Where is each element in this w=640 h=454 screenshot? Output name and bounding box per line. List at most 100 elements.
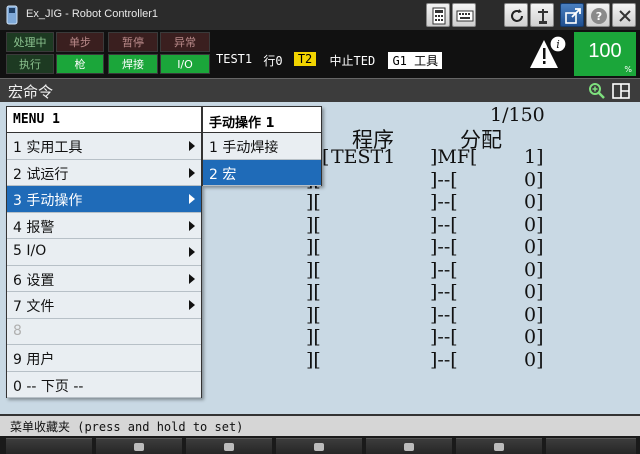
close-icon bbox=[619, 10, 631, 22]
row-prefix: ][ bbox=[306, 326, 321, 348]
main-menu: MENU 1 1 实用工具 2 试运行 3 手动操作 4 报警 5 I/O 6 设置 7 文… bbox=[6, 106, 202, 398]
function-key-6[interactable] bbox=[456, 438, 542, 454]
status-io: I/O bbox=[160, 54, 210, 74]
row-prefix: ][ bbox=[306, 191, 321, 213]
row-assign: ]--[ bbox=[430, 168, 458, 191]
speed-override[interactable]: 100 % bbox=[574, 32, 636, 76]
svg-text:?: ? bbox=[596, 10, 602, 23]
keyboard-icon bbox=[456, 10, 474, 22]
row-assign-number: 0] bbox=[524, 168, 544, 191]
task-tag: T2 bbox=[293, 52, 317, 66]
split-window-icon[interactable] bbox=[612, 82, 630, 100]
function-key-7[interactable] bbox=[546, 438, 636, 454]
menu-item-label: 3 手动操作 bbox=[13, 193, 83, 209]
function-key-icon bbox=[404, 443, 414, 451]
submenu-item-label: 2 宏 bbox=[209, 166, 237, 183]
run-state: 中止TED bbox=[329, 54, 376, 68]
page-info: 1/150 bbox=[490, 104, 545, 126]
function-key-bar bbox=[0, 436, 640, 454]
help-icon: ? bbox=[591, 8, 607, 24]
function-key-1[interactable] bbox=[6, 438, 92, 454]
tool-tag: G1 工具 bbox=[388, 52, 443, 69]
menu-item-label: 0 -- 下页 -- bbox=[13, 378, 84, 395]
status-step: 单步 bbox=[56, 32, 104, 52]
submenu-item[interactable]: 2 宏 bbox=[203, 159, 321, 186]
status-hold: 暂停 bbox=[108, 32, 158, 52]
speed-unit: % bbox=[624, 65, 632, 74]
submenu-arrow-icon bbox=[189, 141, 195, 151]
row-program-name: TEST1 bbox=[331, 146, 396, 168]
status-run: 执行 bbox=[6, 54, 54, 74]
external-button[interactable] bbox=[560, 3, 584, 27]
menu-item[interactable]: 7 文件 bbox=[7, 292, 201, 319]
menu-item: 8 bbox=[7, 319, 201, 345]
row-prefix: ][ bbox=[306, 213, 321, 236]
robot-button[interactable] bbox=[530, 3, 554, 27]
row-assign-number: 0] bbox=[524, 236, 544, 258]
submenu-arrow-icon bbox=[189, 167, 195, 178]
warning-info-icon[interactable]: i bbox=[528, 34, 568, 74]
screen-title: 宏命令 bbox=[8, 83, 54, 101]
submenu-arrow-icon bbox=[189, 220, 195, 231]
menu-item[interactable]: 2 试运行 bbox=[7, 160, 201, 186]
menu-item-label: 2 试运行 bbox=[13, 166, 69, 183]
row-assign: ]--[ bbox=[430, 303, 458, 326]
status-gun: 枪 bbox=[56, 54, 104, 74]
window-title: Ex_JIG - Robot Controller1 bbox=[26, 8, 159, 20]
row-assign: ]--[ bbox=[430, 191, 458, 213]
manual-operation-submenu: 手动操作 1 1 手动焊接 2 宏 bbox=[202, 106, 322, 186]
zoom-icon[interactable] bbox=[588, 82, 606, 100]
row-prefix: ][ bbox=[306, 236, 321, 258]
row-assign-number: 0] bbox=[524, 191, 544, 213]
menu-item[interactable]: 9 用户 bbox=[7, 345, 201, 372]
row-assign-number: 0] bbox=[524, 303, 544, 326]
menu-item[interactable]: 6 设置 bbox=[7, 266, 201, 292]
menu-item[interactable]: 3 手动操作 bbox=[7, 186, 201, 213]
submenu-item[interactable]: 1 手动焊接 bbox=[203, 133, 321, 160]
submenu-item-label: 1 手动焊接 bbox=[209, 140, 279, 156]
menu-item[interactable]: 1 实用工具 bbox=[7, 133, 201, 160]
close-button[interactable] bbox=[612, 3, 636, 27]
submenu-arrow-icon bbox=[189, 247, 195, 257]
external-icon bbox=[565, 8, 581, 24]
function-key-icon bbox=[314, 443, 324, 451]
row-assign-number: 1] bbox=[524, 146, 544, 168]
menu-item-label: 6 设置 bbox=[13, 272, 55, 289]
row-assign-number: 0] bbox=[524, 281, 544, 303]
row-assign: ]--[ bbox=[430, 348, 458, 371]
keypad-button[interactable] bbox=[426, 3, 450, 27]
status-fault: 异常 bbox=[160, 32, 210, 52]
function-key-2[interactable] bbox=[96, 438, 182, 454]
row-prefix: ][ bbox=[306, 281, 321, 303]
function-key-icon bbox=[134, 443, 144, 451]
row-prefix: ][ bbox=[306, 303, 321, 326]
svg-text:i: i bbox=[556, 38, 560, 51]
screen-header: 宏命令 bbox=[0, 78, 640, 102]
row-assign: ]--[ bbox=[430, 213, 458, 236]
refresh-icon bbox=[511, 9, 523, 22]
submenu-arrow-icon bbox=[189, 273, 195, 284]
row-prefix: ][ bbox=[306, 258, 321, 281]
submenu-arrow-icon bbox=[189, 300, 195, 310]
row-prefix: ][ bbox=[306, 348, 321, 371]
menu-item-label: 9 用户 bbox=[13, 352, 55, 368]
menu-item[interactable]: 0 -- 下页 -- bbox=[7, 372, 201, 398]
refresh-button[interactable] bbox=[504, 3, 528, 27]
row-assign-number: 0] bbox=[524, 258, 544, 281]
keypad-icon bbox=[432, 7, 446, 25]
row-assign: ]--[ bbox=[430, 258, 458, 281]
keyboard-button[interactable] bbox=[452, 3, 476, 27]
robot-icon bbox=[538, 9, 548, 24]
function-key-icon bbox=[494, 443, 504, 451]
function-key-5[interactable] bbox=[366, 438, 452, 454]
row-assign-number: 0] bbox=[524, 326, 544, 348]
title-bar: Ex_JIG - Robot Controller1 ? bbox=[0, 0, 640, 30]
menu-item[interactable]: 5 I/O bbox=[7, 239, 201, 266]
help-button[interactable]: ? bbox=[586, 3, 610, 27]
speed-value: 100 bbox=[588, 40, 622, 62]
line-number: 行0 bbox=[263, 54, 283, 68]
function-key-4[interactable] bbox=[276, 438, 362, 454]
function-key-3[interactable] bbox=[186, 438, 272, 454]
menu-item[interactable]: 4 报警 bbox=[7, 213, 201, 239]
row-assign: ]--[ bbox=[430, 281, 458, 303]
